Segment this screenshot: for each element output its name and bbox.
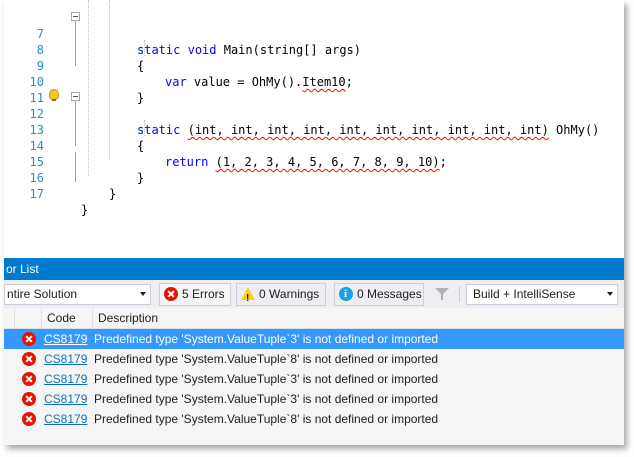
code-line-8: 8 { [4,26,624,73]
error-row[interactable]: CS8179 Predefined type 'System.ValueTupl… [4,409,624,429]
code-line-11: 11 [4,74,624,105]
error-icon [22,412,36,426]
errors-filter-button[interactable]: 5 Errors [159,283,231,306]
code-line-9: 9 var value = OhMy().Item10; [4,42,624,89]
chevron-down-icon [140,292,146,296]
chevron-down-icon [607,292,613,296]
code-line-14: 14 return (1, 2, 3, 4, 5, 6, 7, 8, 9, 10… [4,122,624,169]
code-line-12: 12 static (int, int, int, int, int, int,… [4,90,624,137]
brace-close: } [109,187,117,201]
error-code-link[interactable]: CS8179 [44,389,87,409]
warning-icon [241,287,255,309]
warnings-filter-label: 0 Warnings [259,287,320,301]
error-row[interactable]: CS8179 Predefined type 'System.ValueTupl… [4,329,624,349]
warning-triangle [241,287,255,309]
error-list-title: or List [6,262,39,276]
scope-dropdown-value: ntire Solution [7,287,78,301]
code-line-7: 7 static void Main(string[] args) [4,10,624,57]
column-description-label: Description [98,311,159,325]
messages-filter-label: 0 Messages [357,287,422,301]
error-icon [22,372,36,386]
build-source-dropdown[interactable]: Build + IntelliSense [466,284,618,305]
scope-dropdown[interactable]: ntire Solution [4,284,151,305]
error-row[interactable]: CS8179 Predefined type 'System.ValueTupl… [4,389,624,409]
error-code-link[interactable]: CS8179 [44,409,87,429]
error-description: Predefined type 'System.ValueTuple`8' is… [94,352,439,366]
code-line-15: 15 } [4,138,624,185]
code-line-13: 13 { [4,106,624,153]
errors-filter-label: 5 Errors [182,287,225,301]
filter-icon[interactable] [435,288,449,300]
line-number: 17 [29,187,44,201]
error-icon [22,352,36,366]
code-editor[interactable]: 7 static void Main(string[] args) 8 { 9 … [4,0,624,258]
build-source-value: Build + IntelliSense [473,287,576,301]
error-icon [22,392,36,406]
error-description: Predefined type 'System.ValueTuple`3' is… [94,392,439,406]
error-code-link[interactable]: CS8179 [44,329,87,349]
messages-filter-button[interactable]: 0 Messages [334,283,424,306]
column-code-header[interactable]: Code [41,308,92,328]
error-icon [22,332,36,346]
screenshot-frame: 7 static void Main(string[] args) 8 { 9 … [4,0,624,445]
error-code-link[interactable]: CS8179 [44,349,87,369]
brace-close: } [81,203,89,217]
column-code-label: Code [47,311,76,325]
warnings-filter-button[interactable]: 0 Warnings [236,283,326,309]
error-list-titlebar[interactable]: or List [4,258,624,280]
error-description: Predefined type 'System.ValueTuple`8' is… [94,412,439,426]
error-list-toolbar: ntire Solution 5 Errors 0 Warnings 0 Mes… [4,280,624,309]
error-row[interactable]: CS8179 Predefined type 'System.ValueTupl… [4,369,624,389]
toolbar-separator [459,286,460,302]
error-row[interactable]: CS8179 Predefined type 'System.ValueTupl… [4,349,624,369]
column-description-header[interactable]: Description [92,308,624,328]
error-description: Predefined type 'System.ValueTuple`3' is… [94,332,439,346]
info-icon [339,284,353,305]
code-line-16: 16 } [4,154,624,201]
code-line-10: 10 } [4,58,624,105]
column-icon-header[interactable] [14,308,41,328]
error-code-link[interactable]: CS8179 [44,369,87,389]
error-list-header: Code Description [4,308,624,329]
error-description: Predefined type 'System.ValueTuple`3' is… [94,372,439,386]
error-list-panel: or List ntire Solution 5 Errors 0 Warnin… [4,258,624,445]
error-icon [164,287,178,301]
code-line-17: 17 } [4,170,624,217]
